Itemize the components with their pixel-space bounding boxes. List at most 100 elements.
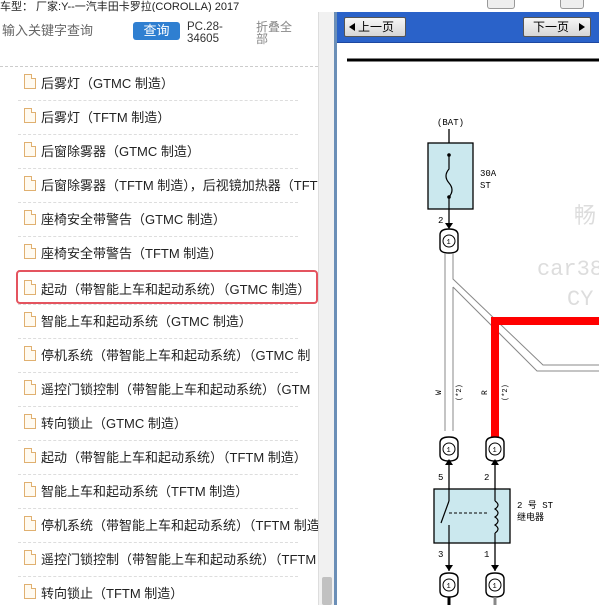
connector-pin: 1 (493, 447, 497, 455)
search-input[interactable] (2, 18, 127, 42)
toc-item[interactable]: 智能上车和起动系统（GTMC 制造） (18, 306, 318, 336)
toc-item[interactable]: 遥控门锁控制（带智能上车和起动系统）（GTM (18, 374, 318, 404)
document-code: PC.28-34605 (187, 21, 223, 45)
list-divider (18, 338, 298, 339)
toc-item[interactable]: 遥控门锁控制（带智能上车和起动系统）（TFTM (18, 544, 318, 574)
pin-number: 2 (484, 473, 489, 483)
toc-item-label: 座椅安全带警告（TFTM 制造） (41, 246, 223, 261)
toolbar-button-fragment[interactable] (487, 0, 515, 9)
document-icon (24, 380, 36, 395)
toc-item[interactable]: 后窗除雾器（TFTM 制造），后视镜加热器（TFTM (18, 170, 318, 200)
toc-item[interactable]: 后窗除雾器（GTMC 制造） (18, 136, 318, 166)
toc-item[interactable]: 转向锁止（TFTM 制造） (18, 578, 318, 605)
toc-item[interactable]: 后雾灯（TFTM 制造） (18, 102, 318, 132)
viewer-toolbar: 上一页 下一页 (337, 12, 599, 43)
toc-item-label: 转向锁止（GTMC 制造） (41, 416, 187, 431)
pin-number: 2 (438, 216, 443, 226)
list-divider (18, 304, 298, 305)
fuse-amp: 30A (480, 169, 497, 179)
toc-item-label: 座椅安全带警告（GTMC 制造） (41, 212, 226, 227)
scrollbar[interactable] (318, 12, 335, 605)
document-icon (24, 482, 36, 497)
fuse-name: ST (480, 181, 491, 191)
arrow-right-icon (579, 23, 585, 31)
vehicle-info: 车型： 厂家:Y--一汽丰田卡罗拉(COROLLA) 2017 (0, 1, 240, 12)
toc-item-label: 起动（带智能上车和起动系统）（TFTM 制造） (41, 450, 307, 465)
toc-panel: 查询 PC.28-34605 折叠全部 后雾灯（GTMC 制造） 后雾灯（TFTM… (0, 12, 335, 605)
toc-item-label: 后雾灯（TFTM 制造） (41, 110, 171, 125)
list-divider (18, 134, 298, 135)
toc-item-label: 遥控门锁控制（带智能上车和起动系统）（GTM (41, 382, 311, 397)
document-icon (24, 346, 36, 361)
toc-item-label: 停机系统（带智能上车和起动系统）（TFTM 制造 (41, 518, 318, 533)
wire-color-label: R (481, 390, 490, 395)
prev-page-label: 上一页 (358, 20, 395, 34)
wiring-diagram: 畅 car38 CY (BAT) 30A ST 2 1 W (*2) R (*2… (347, 58, 599, 605)
watermark: CY (567, 287, 593, 312)
arrow-left-icon (349, 23, 355, 31)
toolbar-button-fragment[interactable] (560, 0, 584, 9)
document-icon (24, 74, 36, 89)
list-divider (18, 576, 298, 577)
next-page-button[interactable]: 下一页 (523, 17, 591, 37)
toc-item[interactable]: 座椅安全带警告（TFTM 制造） (18, 238, 318, 268)
document-icon (24, 516, 36, 531)
document-icon (24, 448, 36, 463)
toc-item-label: 后窗除雾器（TFTM 制造），后视镜加热器（TFTM (41, 178, 318, 193)
toc-item[interactable]: 起动（带智能上车和起动系统）（GTMC 制造） (16, 270, 318, 304)
search-row: 查询 PC.28-34605 折叠全部 (0, 12, 318, 58)
connector-pin: 1 (447, 447, 451, 455)
toc-item-label: 停机系统（带智能上车和起动系统）（GTMC 制 (41, 348, 311, 363)
toc-item[interactable]: 智能上车和起动系统（TFTM 制造） (18, 476, 318, 506)
toc-item[interactable]: 转向锁止（GTMC 制造） (18, 408, 318, 438)
toc-item[interactable]: 后雾灯（GTMC 制造） (18, 68, 318, 98)
diagram-viewer: 上一页 下一页 畅 car38 CY (BAT) 30A ST 2 1 W (*… (337, 12, 599, 605)
collapse-all-button[interactable]: 折叠全部 (256, 21, 302, 45)
list-divider (18, 406, 298, 407)
connector-pin: 1 (493, 583, 497, 591)
toc-item-label: 遥控门锁控制（带智能上车和起动系统）（TFTM (41, 552, 317, 567)
relay-label: 继电器 (517, 511, 544, 523)
list-divider (18, 440, 298, 441)
document-icon (24, 584, 36, 599)
toc-item[interactable]: 停机系统（带智能上车和起动系统）（GTMC 制 (18, 340, 318, 370)
bat-label: (BAT) (437, 118, 464, 128)
search-button[interactable]: 查询 (133, 22, 180, 40)
toc-item-label: 后窗除雾器（GTMC 制造） (41, 144, 200, 159)
document-icon (24, 176, 36, 191)
arrow-down-icon (491, 565, 499, 571)
connector-pin: 1 (447, 583, 451, 591)
toc-item-label: 后雾灯（GTMC 制造） (41, 76, 174, 91)
toc-item-label: 智能上车和起动系统（TFTM 制造） (41, 484, 249, 499)
fuse-box (427, 142, 474, 210)
wire-note: (*2) (502, 384, 510, 401)
list-divider (18, 542, 298, 543)
toc-item[interactable]: 座椅安全带警告（GTMC 制造） (18, 204, 318, 234)
prev-page-button[interactable]: 上一页 (344, 17, 406, 37)
list-divider (18, 372, 298, 373)
document-icon (24, 550, 36, 565)
document-icon (24, 210, 36, 225)
list-divider (18, 100, 298, 101)
document-icon (24, 108, 36, 123)
relay-box (433, 488, 511, 544)
toc-item-label: 转向锁止（TFTM 制造） (41, 586, 184, 601)
scrollbar-thumb[interactable] (322, 577, 332, 605)
document-icon (24, 312, 36, 327)
toc-item[interactable]: 停机系统（带智能上车和起动系统）（TFTM 制造 (18, 510, 318, 540)
relay-label: 2 号 ST (517, 500, 554, 511)
list-divider (18, 202, 298, 203)
top-bar: 车型： 厂家:Y--一汽丰田卡罗拉(COROLLA) 2017 (0, 0, 599, 12)
toc-item-label: 智能上车和起动系统（GTMC 制造） (41, 314, 252, 329)
wire-note: (*2) (456, 384, 464, 401)
list-divider (18, 474, 298, 475)
list-divider (18, 236, 298, 237)
pin-number: 1 (484, 550, 489, 560)
watermark: car38 (537, 257, 599, 282)
watermark: 畅 (574, 204, 596, 230)
toc-item-label: 起动（带智能上车和起动系统）（GTMC 制造） (41, 282, 311, 297)
toc-item[interactable]: 起动（带智能上车和起动系统）（TFTM 制造） (18, 442, 318, 472)
pin-number: 5 (438, 473, 443, 483)
arrow-down-icon (445, 565, 453, 571)
list-divider (18, 508, 298, 509)
